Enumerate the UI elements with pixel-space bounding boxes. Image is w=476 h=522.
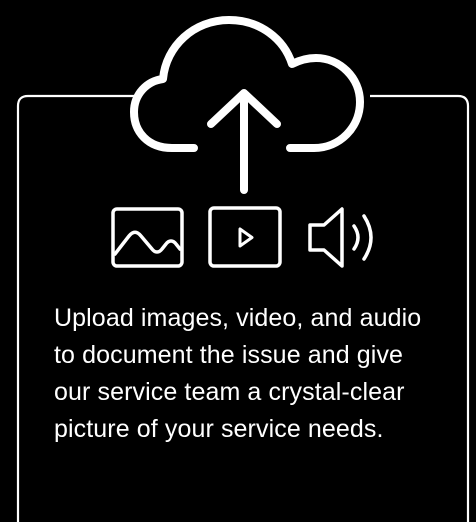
card-description: Upload images, video, and audio to docum… [54,304,422,443]
speaker-icon [308,207,373,268]
video-play-icon [208,206,282,268]
image-icon [111,207,184,268]
